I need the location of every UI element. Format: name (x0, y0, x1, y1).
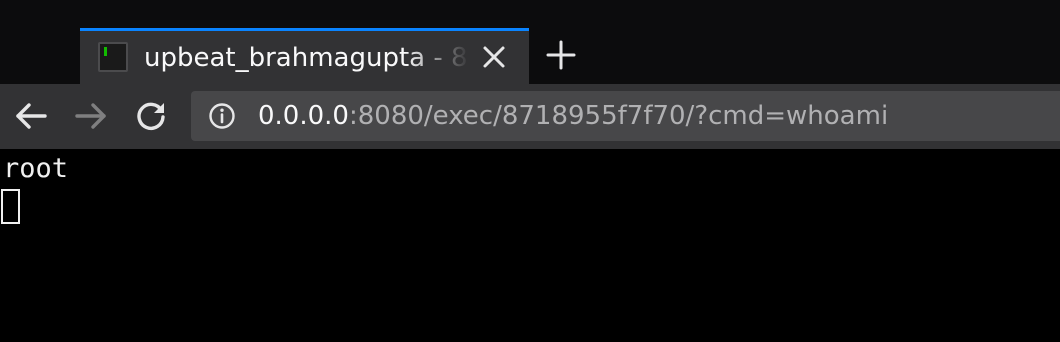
tab-strip: upbeat_brahmagupta - 8 (0, 0, 1060, 84)
terminal-icon-indicator (104, 47, 107, 56)
browser-window: upbeat_brahmagupta - 8 0.0.0.0:8080/exec… (0, 0, 1060, 342)
url-text[interactable]: 0.0.0.0:8080/exec/8718955f7f70/?cmd=whoa… (258, 99, 888, 133)
arrow-left-icon[interactable] (13, 98, 49, 134)
terminal-icon (98, 42, 128, 72)
page-content: root (0, 149, 1060, 342)
url-host: 0.0.0.0 (258, 101, 349, 131)
navigation-toolbar: 0.0.0.0:8080/exec/8718955f7f70/?cmd=whoa… (0, 84, 1060, 149)
text-cursor (1, 189, 20, 224)
command-output: root (3, 153, 69, 184)
close-icon[interactable] (478, 41, 510, 73)
tab-title: upbeat_brahmagupta - 8 (144, 43, 468, 73)
reload-icon[interactable] (133, 98, 169, 134)
plus-icon[interactable] (543, 37, 579, 73)
title-bar (0, 0, 1060, 8)
arrow-right-icon[interactable] (73, 98, 109, 134)
info-icon[interactable] (208, 102, 236, 130)
tab-active[interactable]: upbeat_brahmagupta - 8 (80, 28, 529, 84)
address-bar[interactable]: 0.0.0.0:8080/exec/8718955f7f70/?cmd=whoa… (191, 91, 1060, 141)
url-path: :8080/exec/8718955f7f70/?cmd=whoami (348, 101, 889, 131)
